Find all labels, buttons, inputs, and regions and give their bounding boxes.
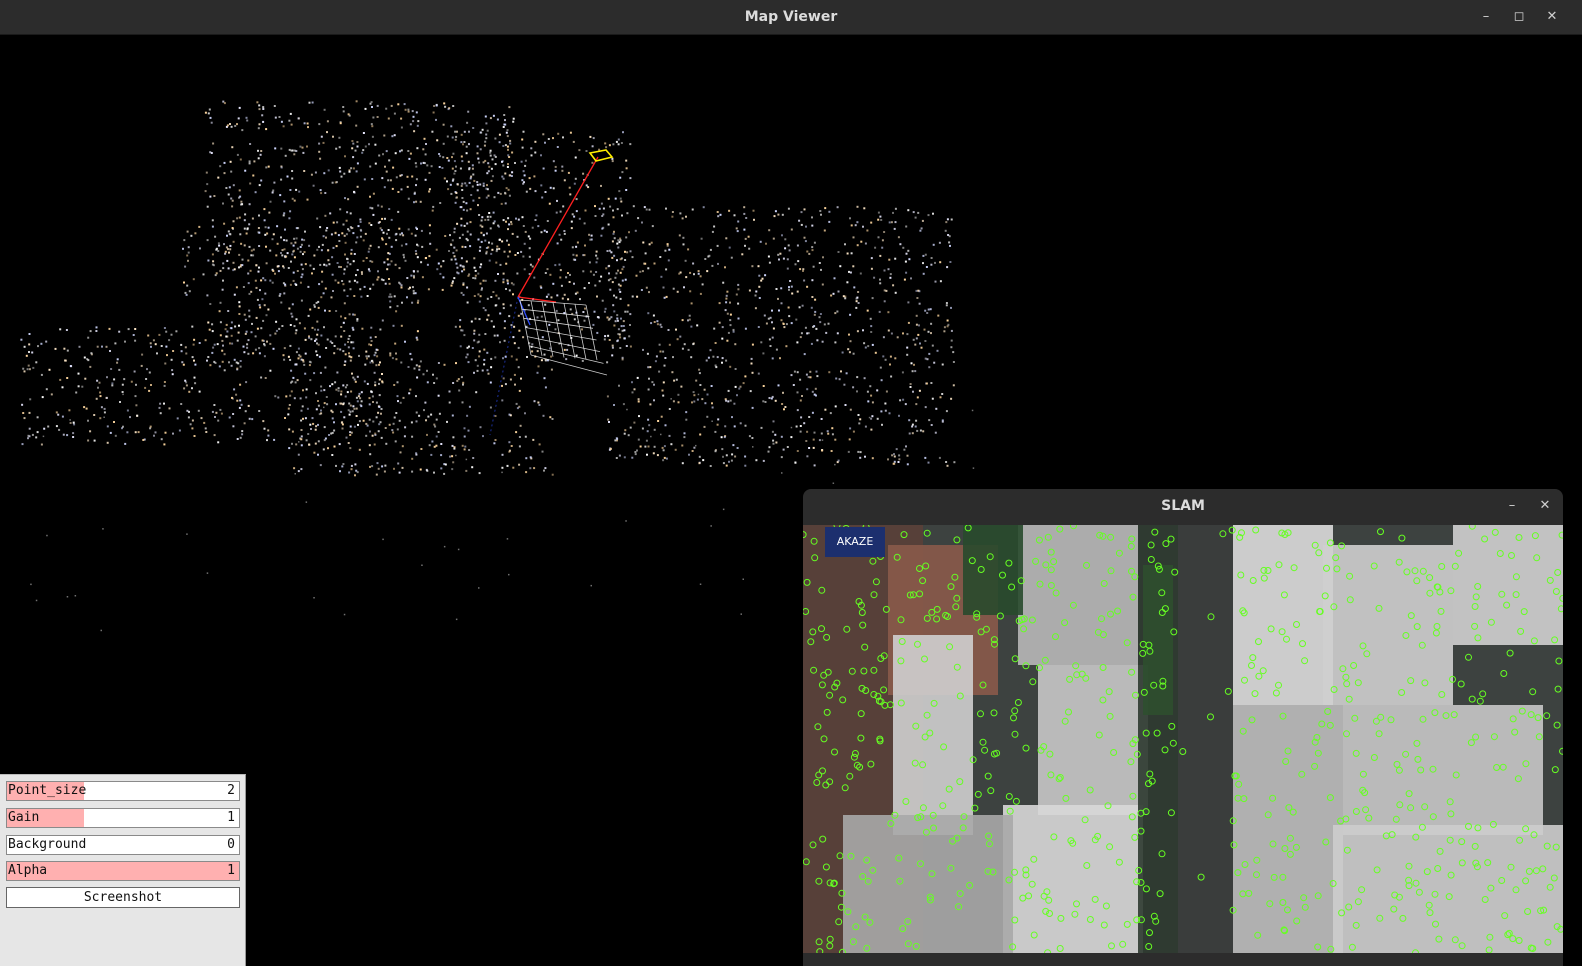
maximize-icon[interactable]: ◻ (1510, 8, 1528, 26)
slider-background[interactable]: Background 0 (6, 835, 240, 855)
slider-label: Alpha (8, 863, 48, 878)
slam-title: SLAM (1161, 498, 1205, 514)
screenshot-button[interactable]: Screenshot (6, 887, 240, 908)
slider-label: Gain (8, 810, 40, 825)
camera-frame: AKAZE (803, 525, 1563, 953)
slider-label: Background (8, 837, 87, 852)
slider-label: Point_size (8, 783, 87, 798)
window-title: Map Viewer (744, 9, 838, 25)
close-icon[interactable]: ✕ (1543, 8, 1561, 26)
control-panel: Point_size 2 Gain 1 Background 0 Alpha 1… (0, 774, 246, 966)
slider-value: 2 (227, 783, 235, 798)
slider-alpha[interactable]: Alpha 1 (6, 861, 240, 881)
camera-trajectory (489, 149, 614, 436)
minimize-icon[interactable]: – (1503, 497, 1521, 515)
detector-badge: AKAZE (825, 527, 885, 557)
slider-value: 0 (227, 837, 235, 852)
slider-value: 1 (227, 863, 235, 878)
aerial-image (803, 525, 1563, 953)
camera-frustum-icon (588, 149, 614, 162)
slider-value: 1 (227, 810, 235, 825)
main-titlebar: Map Viewer – ◻ ✕ (0, 0, 1582, 35)
slam-window[interactable]: SLAM – ✕ AKAZE (803, 489, 1563, 966)
feature-overlay (803, 525, 1563, 953)
slider-point-size[interactable]: Point_size 2 (6, 781, 240, 801)
close-icon[interactable]: ✕ (1536, 497, 1554, 515)
minimize-icon[interactable]: – (1477, 8, 1495, 26)
slider-gain[interactable]: Gain 1 (6, 808, 240, 828)
